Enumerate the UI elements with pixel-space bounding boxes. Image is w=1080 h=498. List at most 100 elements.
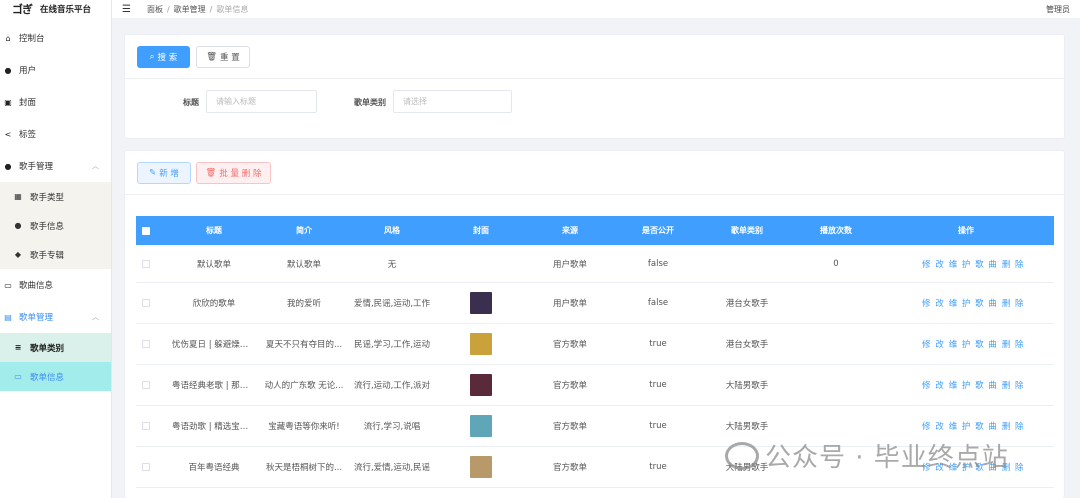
row-checkbox[interactable] xyxy=(142,259,150,268)
edit-link[interactable]: 修 改 xyxy=(922,260,945,270)
column-header: 是否公开 xyxy=(642,226,674,235)
sidebar: ゴぎ 在线音乐平台 ⌂ 控制台 ● 用户 ▣ 封面 < 标签 ● 歌手管理 ︿ … xyxy=(0,0,112,498)
breadcrumb-item[interactable]: 面板 xyxy=(147,4,163,15)
column-header: 操作 xyxy=(958,226,974,235)
sidebar-group-label: 歌单管理 xyxy=(19,313,54,323)
sidebar-item-playlist-categories[interactable]: ≡ 歌单类别 xyxy=(0,333,111,362)
cell-source: 官方歌单 xyxy=(552,340,587,350)
row-checkbox[interactable] xyxy=(142,340,150,348)
cell-title: 粤语劲歌 | 精选宝藏... xyxy=(172,422,256,432)
sidebar-item-label: 歌手专辑 xyxy=(30,250,65,261)
app-logo[interactable]: ゴぎ 在线音乐平台 xyxy=(0,0,111,18)
search-button[interactable]: ⌕ 搜 索 xyxy=(137,46,190,68)
maintain-songs-link[interactable]: 维 护 歌 曲 xyxy=(949,299,998,309)
table-row: 默认歌单 默认歌单 无 用户歌单 false 0 修 改维 护 歌 曲删 除 xyxy=(136,245,1054,283)
chevron-up-icon: ︿ xyxy=(92,313,99,321)
table-row: 忧伤夏日 | 躲避燥热... 夏天不只有夺目的... 民谣,学习,工作,运动 官方歌单… xyxy=(136,324,1054,365)
column-header: 来源 xyxy=(562,226,578,235)
row-checkbox[interactable] xyxy=(142,381,150,389)
cell-style: 流行,爱情,运动,民谣 xyxy=(353,463,431,473)
table-header: 标题 简介 风格 封面 来源 是否公开 歌单类别 播放次数 操作 xyxy=(136,216,1054,245)
cell-style: 流行,运动,工作,派对 xyxy=(353,381,431,391)
sidebar-item-covers[interactable]: ▣ 封面 xyxy=(0,86,111,118)
select-all-checkbox[interactable] xyxy=(142,226,150,235)
title-search-input[interactable]: 请输入标题 xyxy=(206,90,317,113)
category-select[interactable]: 请选择 xyxy=(393,90,512,113)
sidebar-group-singers[interactable]: ● 歌手管理 ︿ xyxy=(0,150,111,182)
cell-intro: 宝藏粤语等你来听! xyxy=(268,422,340,432)
sidebar-item-singer-albums[interactable]: ◆ 歌手专辑 xyxy=(0,240,111,269)
row-actions: 修 改维 护 歌 曲删 除 xyxy=(922,420,1029,432)
cell-style: 无 xyxy=(387,259,397,270)
cell-style: 流行,学习,说唱 xyxy=(363,422,421,432)
add-button[interactable]: ✎ 新 增 xyxy=(137,162,191,184)
cell-style: 民谣,学习,工作,运动 xyxy=(353,340,431,350)
search-icon: ⌕ xyxy=(149,52,155,62)
watermark: 公众号 · 毕业终点站 xyxy=(725,437,1009,474)
divider xyxy=(125,194,1064,195)
edit-link[interactable]: 修 改 xyxy=(922,422,945,432)
menu-toggle-icon[interactable]: ☰ xyxy=(122,4,131,15)
maintain-songs-link[interactable]: 维 护 歌 曲 xyxy=(949,260,998,270)
folder-icon: ▭ xyxy=(4,280,12,290)
sidebar-item-tags[interactable]: < 标签 xyxy=(0,118,111,150)
list-icon: ▤ xyxy=(4,312,12,322)
sidebar-item-label: 歌单类别 xyxy=(30,343,65,354)
cell-title: 粤语经典老歌 | 那些... xyxy=(172,381,256,391)
cell-public: false xyxy=(647,258,669,269)
trash-icon: 🗑 xyxy=(206,52,218,62)
delete-link[interactable]: 删 除 xyxy=(1002,381,1025,391)
sidebar-item-dashboard[interactable]: ⌂ 控制台 xyxy=(0,22,111,54)
sidebar-item-label: 标签 xyxy=(19,130,37,140)
table-row: 欣欣的歌单 我的爱听 爱情,民谣,运动,工作 用户歌单 false 港台女歌手 修 改维 护… xyxy=(136,283,1054,324)
cell-public: true xyxy=(649,380,667,390)
divider xyxy=(125,78,1064,79)
sidebar-item-playlist-info[interactable]: ▭ 歌单信息 xyxy=(0,362,111,391)
cell-title: 百年粤语经典 xyxy=(188,463,240,473)
sidebar-item-label: 歌曲信息 xyxy=(19,281,54,291)
user-icon: ● xyxy=(4,65,12,75)
maintain-songs-link[interactable]: 维 护 歌 曲 xyxy=(949,340,998,350)
breadcrumb-separator: / xyxy=(209,4,213,14)
breadcrumb-item[interactable]: 歌单管理 xyxy=(174,4,206,15)
row-checkbox[interactable] xyxy=(142,422,150,430)
edit-link[interactable]: 修 改 xyxy=(922,340,945,350)
row-checkbox[interactable] xyxy=(142,299,150,307)
row-checkbox[interactable] xyxy=(142,463,150,471)
maintain-songs-link[interactable]: 维 护 歌 曲 xyxy=(949,381,998,391)
reset-button[interactable]: 🗑 重 置 xyxy=(196,46,250,68)
row-actions: 修 改维 护 歌 曲删 除 xyxy=(922,379,1029,391)
delete-link[interactable]: 删 除 xyxy=(1002,260,1025,270)
maintain-songs-link[interactable]: 维 护 歌 曲 xyxy=(949,422,998,432)
user-menu[interactable]: 管理员 xyxy=(1046,4,1070,15)
delete-link[interactable]: 删 除 xyxy=(1002,340,1025,350)
batch-delete-button[interactable]: 🗑 批 量 删 除 xyxy=(196,162,271,184)
edit-link[interactable]: 修 改 xyxy=(922,381,945,391)
column-header: 播放次数 xyxy=(820,226,852,235)
sidebar-group-playlists[interactable]: ▤ 歌单管理 ︿ xyxy=(0,301,111,333)
sidebar-item-users[interactable]: ● 用户 xyxy=(0,54,111,86)
cell-intro: 夏天不只有夺目的... xyxy=(265,340,343,350)
sidebar-item-singer-types[interactable]: ▦ 歌手类型 xyxy=(0,182,111,211)
row-actions: 修 改维 护 歌 曲删 除 xyxy=(922,338,1029,350)
sidebar-item-label: 控制台 xyxy=(19,34,45,44)
menu-icon: ≡ xyxy=(14,343,22,352)
cell-source: 官方歌单 xyxy=(552,422,587,432)
add-button-label: 新 增 xyxy=(159,169,179,179)
cover-thumbnail xyxy=(470,415,492,437)
cell-category: 大陆男歌手 xyxy=(725,381,769,391)
breadcrumb-current: 歌单信息 xyxy=(216,4,249,14)
sidebar-item-singer-info[interactable]: ● 歌手信息 xyxy=(0,211,111,240)
image-icon: ▣ xyxy=(4,97,12,107)
edit-icon: ✎ xyxy=(149,168,157,178)
sidebar-item-songs[interactable]: ▭ 歌曲信息 xyxy=(0,269,111,301)
delete-link[interactable]: 删 除 xyxy=(1002,299,1025,309)
cell-title: 欣欣的歌单 xyxy=(192,299,236,309)
cover-thumbnail xyxy=(470,456,492,478)
edit-link[interactable]: 修 改 xyxy=(922,299,945,309)
cell-source: 官方歌单 xyxy=(552,463,587,473)
cover-thumbnail xyxy=(470,374,492,396)
column-header: 风格 xyxy=(384,226,400,235)
delete-link[interactable]: 删 除 xyxy=(1002,422,1025,432)
search-button-label: 搜 索 xyxy=(157,53,178,63)
